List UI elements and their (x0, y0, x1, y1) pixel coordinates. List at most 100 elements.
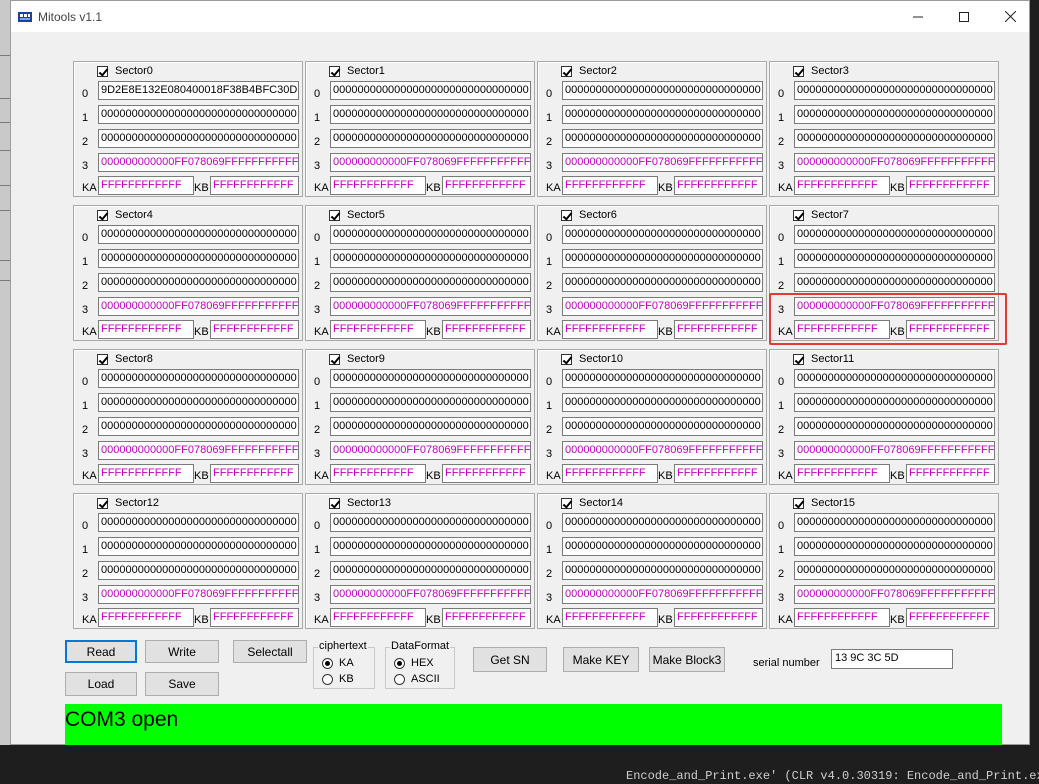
block-data-field[interactable]: 00000000000000000000000000000000 (562, 81, 763, 100)
key-b-field[interactable]: FFFFFFFFFFFF (210, 464, 299, 483)
key-a-field[interactable]: FFFFFFFFFFFF (98, 176, 194, 195)
key-a-field[interactable]: FFFFFFFFFFFF (562, 608, 658, 627)
block-data-field[interactable]: 00000000000000000000000000000000 (562, 513, 763, 532)
read-button[interactable]: Read (65, 640, 137, 663)
key-a-field[interactable]: FFFFFFFFFFFF (794, 464, 890, 483)
key-b-field[interactable]: FFFFFFFFFFFF (442, 320, 531, 339)
block-data-field[interactable]: 00000000000000000000000000000000 (330, 537, 531, 556)
sector-trailer-field[interactable]: 000000000000FF078069FFFFFFFFFFFF (98, 153, 299, 172)
block-data-field[interactable]: 00000000000000000000000000000000 (98, 225, 299, 244)
sector-checkbox[interactable] (329, 66, 340, 77)
sector-trailer-field[interactable]: 000000000000FF078069FFFFFFFFFFFF (562, 297, 763, 316)
block-data-field[interactable]: 00000000000000000000000000000000 (98, 249, 299, 268)
serial-number-input[interactable]: 13 9C 3C 5D (831, 649, 953, 669)
sector-checkbox[interactable] (793, 498, 804, 509)
block-data-field[interactable]: 00000000000000000000000000000000 (794, 513, 995, 532)
block-data-field[interactable]: 00000000000000000000000000000000 (98, 561, 299, 580)
block-data-field[interactable]: 00000000000000000000000000000000 (98, 417, 299, 436)
sector-checkbox[interactable] (793, 66, 804, 77)
block-data-field[interactable]: 00000000000000000000000000000000 (330, 249, 531, 268)
make-block3-button[interactable]: Make Block3 (649, 647, 725, 672)
key-a-field[interactable]: FFFFFFFFFFFF (98, 608, 194, 627)
sector-trailer-field[interactable]: 000000000000FF078069FFFFFFFFFFFF (794, 441, 995, 460)
key-a-field[interactable]: FFFFFFFFFFFF (98, 464, 194, 483)
key-b-field[interactable]: FFFFFFFFFFFF (674, 608, 763, 627)
block-data-field[interactable]: 00000000000000000000000000000000 (562, 369, 763, 388)
ciphertext-kb-radio[interactable]: KB (322, 673, 354, 685)
key-b-field[interactable]: FFFFFFFFFFFF (442, 176, 531, 195)
key-b-field[interactable]: FFFFFFFFFFFF (210, 320, 299, 339)
block-data-field[interactable]: 00000000000000000000000000000000 (330, 129, 531, 148)
key-b-field[interactable]: FFFFFFFFFFFF (906, 608, 995, 627)
key-b-field[interactable]: FFFFFFFFFFFF (906, 464, 995, 483)
block-data-field[interactable]: 00000000000000000000000000000000 (794, 105, 995, 124)
key-a-field[interactable]: FFFFFFFFFFFF (562, 320, 658, 339)
block-data-field[interactable]: 00000000000000000000000000000000 (562, 537, 763, 556)
key-a-field[interactable]: FFFFFFFFFFFF (330, 176, 426, 195)
get-sn-button[interactable]: Get SN (473, 647, 547, 672)
block-data-field[interactable]: 00000000000000000000000000000000 (330, 369, 531, 388)
sector-trailer-field[interactable]: 000000000000FF078069FFFFFFFFFFFF (794, 153, 995, 172)
sector-checkbox[interactable] (97, 354, 108, 365)
sector-checkbox[interactable] (561, 66, 572, 77)
sector-checkbox[interactable] (561, 498, 572, 509)
key-a-field[interactable]: FFFFFFFFFFFF (330, 320, 426, 339)
block-data-field[interactable]: 00000000000000000000000000000000 (794, 369, 995, 388)
key-a-field[interactable]: FFFFFFFFFFFF (330, 464, 426, 483)
key-a-field[interactable]: FFFFFFFFFFFF (330, 608, 426, 627)
block-data-field[interactable]: 00000000000000000000000000000000 (330, 273, 531, 292)
block-data-field[interactable]: 00000000000000000000000000000000 (562, 105, 763, 124)
block-data-field[interactable]: 00000000000000000000000000000000 (794, 417, 995, 436)
block-data-field[interactable]: 00000000000000000000000000000000 (330, 513, 531, 532)
sector-trailer-field[interactable]: 000000000000FF078069FFFFFFFFFFFF (330, 153, 531, 172)
sector-trailer-field[interactable]: 000000000000FF078069FFFFFFFFFFFF (562, 585, 763, 604)
sector-trailer-field[interactable]: 000000000000FF078069FFFFFFFFFFFF (562, 441, 763, 460)
block-data-field[interactable]: 00000000000000000000000000000000 (98, 369, 299, 388)
block-data-field[interactable]: 00000000000000000000000000000000 (330, 393, 531, 412)
block-data-field[interactable]: 00000000000000000000000000000000 (562, 129, 763, 148)
block-data-field[interactable]: 9D2E8E132E080400018F38B4BFC30D1 (98, 81, 299, 100)
sector-trailer-field[interactable]: 000000000000FF078069FFFFFFFFFFFF (794, 585, 995, 604)
key-b-field[interactable]: FFFFFFFFFFFF (442, 608, 531, 627)
block-data-field[interactable]: 00000000000000000000000000000000 (330, 105, 531, 124)
block-data-field[interactable]: 00000000000000000000000000000000 (794, 225, 995, 244)
block-data-field[interactable]: 00000000000000000000000000000000 (98, 273, 299, 292)
block-data-field[interactable]: 00000000000000000000000000000000 (562, 249, 763, 268)
block-data-field[interactable]: 00000000000000000000000000000000 (562, 225, 763, 244)
block-data-field[interactable]: 00000000000000000000000000000000 (794, 561, 995, 580)
sector-trailer-field[interactable]: 000000000000FF078069FFFFFFFFFFFF (562, 153, 763, 172)
block-data-field[interactable]: 00000000000000000000000000000000 (794, 81, 995, 100)
key-a-field[interactable]: FFFFFFFFFFFF (794, 176, 890, 195)
key-a-field[interactable]: FFFFFFFFFFFF (562, 176, 658, 195)
selectall-button[interactable]: Selectall (233, 640, 307, 663)
maximize-button[interactable] (941, 1, 987, 32)
save-button[interactable]: Save (145, 672, 219, 696)
block-data-field[interactable]: 00000000000000000000000000000000 (330, 417, 531, 436)
sector-checkbox[interactable] (329, 498, 340, 509)
make-key-button[interactable]: Make KEY (563, 647, 639, 672)
key-a-field[interactable]: FFFFFFFFFFFF (562, 464, 658, 483)
key-b-field[interactable]: FFFFFFFFFFFF (210, 176, 299, 195)
sector-checkbox[interactable] (97, 210, 108, 221)
key-a-field[interactable]: FFFFFFFFFFFF (98, 320, 194, 339)
block-data-field[interactable]: 00000000000000000000000000000000 (98, 513, 299, 532)
block-data-field[interactable]: 00000000000000000000000000000000 (98, 393, 299, 412)
block-data-field[interactable]: 00000000000000000000000000000000 (330, 561, 531, 580)
block-data-field[interactable]: 00000000000000000000000000000000 (794, 273, 995, 292)
key-b-field[interactable]: FFFFFFFFFFFF (210, 608, 299, 627)
block-data-field[interactable]: 00000000000000000000000000000000 (562, 561, 763, 580)
block-data-field[interactable]: 00000000000000000000000000000000 (562, 393, 763, 412)
sector-trailer-field[interactable]: 000000000000FF078069FFFFFFFFFFFF (330, 297, 531, 316)
sector-checkbox[interactable] (561, 210, 572, 221)
block-data-field[interactable]: 00000000000000000000000000000000 (330, 81, 531, 100)
key-a-field[interactable]: FFFFFFFFFFFF (794, 608, 890, 627)
block-data-field[interactable]: 00000000000000000000000000000000 (98, 105, 299, 124)
sector-checkbox[interactable] (329, 210, 340, 221)
sector-checkbox[interactable] (793, 354, 804, 365)
sector-checkbox[interactable] (97, 498, 108, 509)
sector-trailer-field[interactable]: 000000000000FF078069FFFFFFFFFFFF (330, 441, 531, 460)
sector-trailer-field[interactable]: 000000000000FF078069FFFFFFFFFFFF (330, 585, 531, 604)
sector-trailer-field[interactable]: 000000000000FF078069FFFFFFFFFFFF (98, 441, 299, 460)
sector-checkbox[interactable] (561, 354, 572, 365)
sector-trailer-field[interactable]: 000000000000FF078069FFFFFFFFFFFF (98, 297, 299, 316)
